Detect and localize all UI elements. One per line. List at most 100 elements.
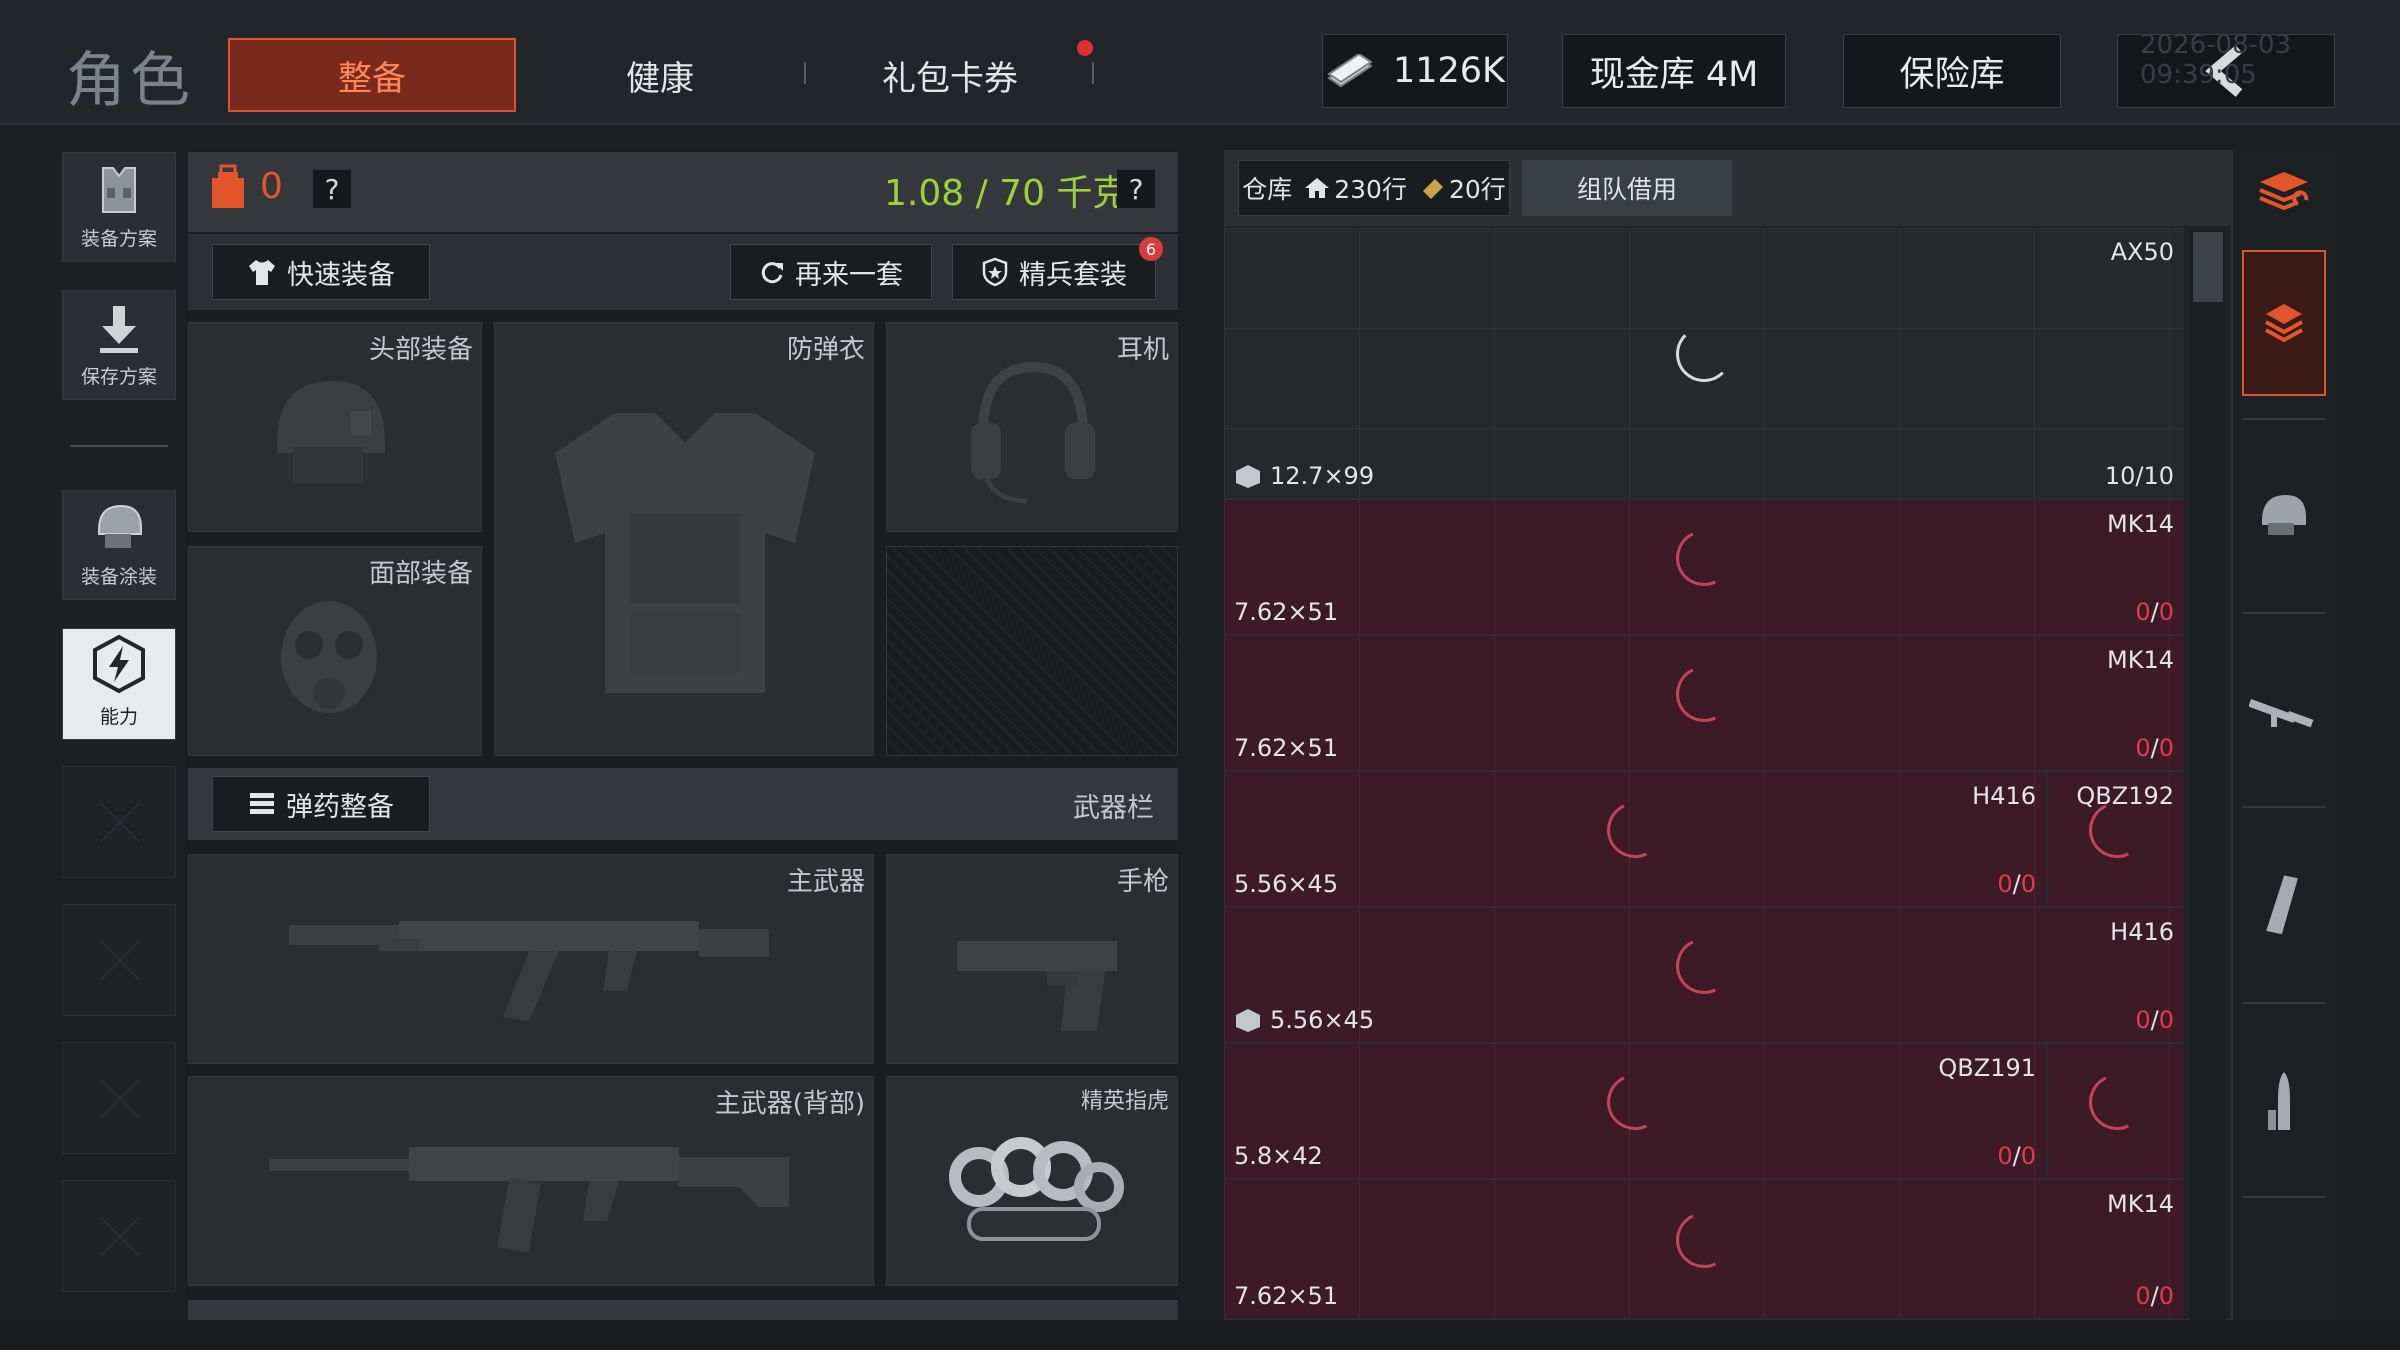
page-title: 角色 [66, 46, 194, 116]
weapon-cell: QBZ192 [2046, 772, 2184, 906]
sidebar-item-label: 装备涂装 [80, 566, 157, 588]
vest-plan-icon [102, 167, 136, 213]
tab-gear-label: 整备 [338, 58, 406, 99]
caliber-text: 7.62×51 [1234, 598, 1339, 626]
ammo-row[interactable]: MK14 7.62×51 0/0 [1224, 636, 2184, 772]
armor-vest-image [555, 413, 815, 693]
weapon-name: MK14 [2107, 1190, 2174, 1218]
ammo-caliber: 7.62×51 [1234, 598, 1338, 626]
rifle-filter-icon [2249, 699, 2314, 728]
tab-gear[interactable]: 整备 [228, 38, 516, 112]
brass-knuckles-image [949, 1137, 1124, 1241]
loading-spinner-icon [1599, 1066, 1671, 1138]
filter-divider [2242, 1196, 2326, 1198]
warehouse-ticket-rows: 20行 [1448, 175, 1506, 204]
caliber-text: 5.56×45 [1270, 1006, 1375, 1034]
ammo-prep-button[interactable]: 弹药整备 [212, 776, 430, 832]
pistol-slot[interactable]: 手枪 [886, 854, 1178, 1064]
sidebar-item-ability[interactable]: 能力 [62, 628, 176, 740]
timestamp: 2026-08-03 09:39:05 [2140, 30, 2292, 90]
scrollbar[interactable] [2190, 228, 2226, 1320]
ammo-row[interactable]: AX50 12.7×99 10/10 [1224, 228, 2184, 500]
tab-divider [1092, 62, 1094, 84]
backpack-icon [212, 164, 244, 208]
filter-helmet[interactable] [2242, 470, 2326, 560]
face-gear-slot[interactable]: 面部装备 [188, 546, 482, 756]
weight-help-button[interactable]: ? [1117, 170, 1155, 208]
ammo-count: 0/0 [2135, 734, 2174, 762]
ammo-count-total: 0 [2158, 598, 2174, 626]
primary-weapon-slot[interactable]: 主武器 [188, 854, 874, 1064]
help-button[interactable]: ? [313, 170, 351, 208]
cash-vault-button[interactable]: 现金库 4M [1562, 34, 1786, 108]
ammo-caliber: 7.62×51 [1234, 734, 1338, 762]
empty-sidebar-slot [62, 766, 176, 878]
melee-slot[interactable]: 精英指虎 [886, 1076, 1178, 1286]
ammo-row[interactable]: MK14 7.62×51 0/0 [1224, 500, 2184, 636]
headset-slot[interactable]: 耳机 [886, 322, 1178, 532]
tab-divider [804, 62, 806, 84]
quick-equip-label: 快速装备 [287, 259, 395, 291]
tab-health[interactable]: 健康 [560, 38, 760, 112]
quick-equip-button[interactable]: 快速装备 [212, 244, 430, 300]
headset-image [971, 361, 1095, 504]
filter-magazine[interactable] [2242, 860, 2326, 950]
filter-rifle[interactable] [2242, 666, 2326, 756]
elite-set-button[interactable]: 精兵套装 [952, 244, 1156, 300]
tab-health-label: 健康 [626, 58, 694, 99]
team-borrow-label: 组队借用 [1576, 175, 1677, 204]
scrollbar-thumb[interactable] [2193, 232, 2223, 302]
weapon-name: MK14 [2107, 646, 2174, 674]
weapon-cell [2046, 1044, 2184, 1178]
currency-display[interactable]: 1126K [1322, 34, 1508, 108]
assault-rifle-image [289, 921, 769, 1021]
filter-divider [2242, 806, 2326, 808]
filter-bullet[interactable] [2242, 1058, 2326, 1148]
ammo-count-have: 0 [2135, 598, 2151, 626]
loading-spinner-icon [1668, 522, 1740, 594]
list-icon [250, 793, 274, 814]
body-armor-slot[interactable]: 防弹衣 [494, 322, 874, 756]
reroll-button[interactable]: 再来一套 [730, 244, 932, 300]
ammo-count-have: 0 [2135, 1006, 2151, 1034]
ammo-box-icon [1236, 465, 1260, 488]
ammo-row[interactable]: H416 5.56×45 0/0 [1224, 908, 2184, 1044]
safe-button[interactable]: 保险库 [1843, 34, 2061, 108]
caliber-text: 5.56×45 [1234, 870, 1339, 898]
ammo-count: 0/0 [2135, 598, 2174, 626]
primary-weapon-back-slot[interactable]: 主武器(背部) [188, 1076, 874, 1286]
weapon-name: H416 [2110, 918, 2174, 946]
shirt-icon [249, 260, 275, 285]
filter-all[interactable] [2242, 160, 2326, 226]
helmet-filter-icon [2262, 495, 2306, 535]
carbine-image [269, 1147, 789, 1253]
ammo-count: 0/0 [1997, 1142, 2036, 1170]
sidebar-item-label: 能力 [99, 706, 138, 728]
ammo-list: AX50 12.7×99 10/10 MK14 7.62×51 0/0 MK14 7.62×5… [1224, 228, 2184, 1320]
ammo-row[interactable]: QBZ191 5.8×42 0/0 [1224, 1044, 2184, 1180]
sidebar-item-gear-paint[interactable]: 装备涂装 [62, 490, 176, 600]
warehouse-home-rows: 230行 [1334, 175, 1407, 204]
ammo-box-icon [1236, 1009, 1260, 1032]
caliber-text: 5.8×42 [1234, 1142, 1323, 1170]
warehouse-tab[interactable]: 仓库 230行 20行 [1238, 160, 1510, 216]
slot-label: 主武器(背部) [714, 1089, 865, 1119]
caliber-text: 7.62×51 [1234, 1282, 1339, 1310]
loading-spinner-icon [1668, 1204, 1740, 1276]
ammo-row[interactable]: MK14 7.62×51 0/0 [1224, 1180, 2184, 1320]
slot-label: 防弹衣 [786, 335, 865, 365]
team-borrow-tab[interactable]: 组队借用 [1522, 160, 1732, 216]
ammo-count-have: 0 [1997, 1142, 2013, 1170]
tab-gift-cards[interactable]: 礼包卡券 [850, 38, 1050, 112]
head-gear-slot[interactable]: 头部装备 [188, 322, 482, 532]
notification-dot [1077, 40, 1093, 56]
sidebar-item-loadout-plan[interactable]: 装备方案 [62, 152, 176, 262]
slot-label: 头部装备 [368, 335, 473, 365]
ammo-row[interactable]: H416 QBZ192 5.56×45 0/0 [1224, 772, 2184, 908]
sidebar-item-save-plan[interactable]: 保存方案 [62, 290, 176, 400]
filter-ammo-active[interactable] [2242, 250, 2326, 396]
elite-set-badge: 6 [1139, 237, 1163, 261]
loading-spinner-icon [1668, 658, 1740, 730]
gas-mask-image [281, 601, 377, 713]
weapon-name: QBZ191 [1938, 1054, 2036, 1082]
